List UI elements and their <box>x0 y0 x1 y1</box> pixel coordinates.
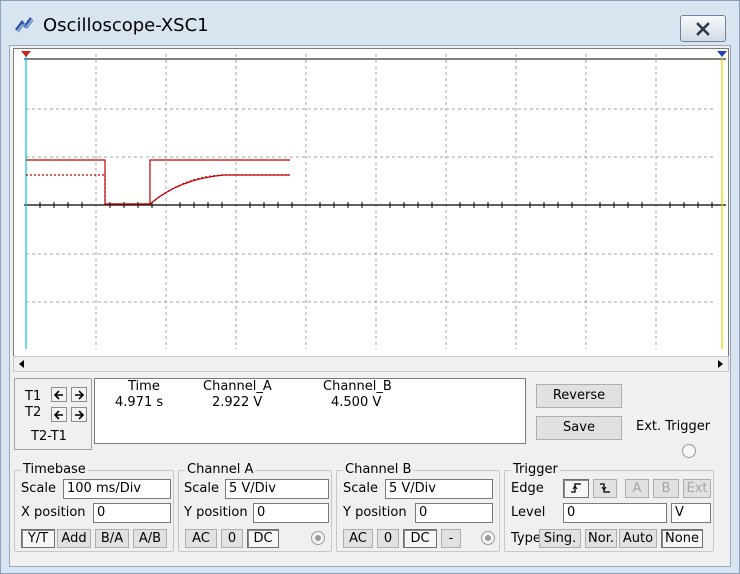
reverse-button[interactable]: Reverse <box>536 384 622 408</box>
save-button[interactable]: Save <box>536 416 622 440</box>
trigger-auto-button[interactable]: Auto <box>619 529 657 548</box>
trigger-none-button[interactable]: None <box>661 529 703 548</box>
oscilloscope-screen <box>13 48 729 360</box>
channel-a-terminal[interactable] <box>311 531 325 545</box>
channel-a-zero-button[interactable]: 0 <box>221 529 243 548</box>
triangle-right-icon <box>718 360 723 368</box>
readout-header-channel-a: Channel_A <box>203 379 272 394</box>
oscilloscope-app-icon <box>15 17 34 33</box>
t2-t1-label: T2-T1 <box>31 429 67 444</box>
measurement-readout: Time Channel_A Channel_B 4.971 s 2.922 V… <box>94 378 526 444</box>
channel-b-ypos-field[interactable]: 0 <box>415 503 493 523</box>
horizontal-scrollbar[interactable] <box>13 356 729 372</box>
grid <box>26 54 716 349</box>
t1-left-button[interactable] <box>51 387 67 402</box>
channel-a-group: Channel A Scale 5 V/Div Y position 0 AC … <box>178 462 332 552</box>
t1-right-button[interactable] <box>71 387 87 402</box>
trigger-type-label: Type <box>511 531 541 546</box>
channel-b-dc-button[interactable]: DC <box>403 529 437 548</box>
channel-b-scale-label: Scale <box>343 481 378 496</box>
channel-b-ac-button[interactable]: AC <box>343 529 373 548</box>
readout-channel-b-value: 4.500 V <box>331 395 382 410</box>
t2-right-button[interactable] <box>71 407 87 422</box>
channel-a-scale-field[interactable]: 5 V/Div <box>225 479 329 499</box>
cursor-t1-marker <box>21 51 31 57</box>
readout-channel-a-value: 2.922 V <box>212 395 263 410</box>
channel-a-scale-label: Scale <box>184 481 219 496</box>
channel-a-ypos-field[interactable]: 0 <box>253 503 329 523</box>
oscilloscope-window: Oscilloscope-XSC1 T1 T2 T2-T1 Time Chann… <box>0 0 740 574</box>
triangle-left-icon <box>19 360 24 368</box>
channel-b-scale-field[interactable]: 5 V/Div <box>385 479 493 499</box>
mode-yt-button[interactable]: Y/T <box>21 529 55 548</box>
timebase-scale-field[interactable]: 100 ms/Div <box>63 479 171 499</box>
trigger-edge-label: Edge <box>511 481 544 496</box>
mode-add-button[interactable]: Add <box>57 529 91 548</box>
close-button[interactable] <box>680 15 726 42</box>
channel-a-ypos-label: Y position <box>184 505 248 520</box>
channel-a-trace <box>26 159 290 205</box>
channel-a-ac-button[interactable]: AC <box>185 529 217 548</box>
trigger-group: Trigger Edge A B Ext Level 0 V Type Sing… <box>504 462 714 552</box>
ext-trigger-label: Ext. Trigger <box>636 419 711 434</box>
rising-edge-button[interactable] <box>563 479 589 498</box>
channel-b-terminal[interactable] <box>481 531 495 545</box>
t1-label: T1 <box>25 389 42 404</box>
timebase-scale-label: Scale <box>21 481 56 496</box>
arrow-right-icon <box>75 390 84 400</box>
falling-edge-button[interactable] <box>593 479 617 498</box>
arrow-right-icon <box>75 410 84 420</box>
trigger-level-label: Level <box>511 505 546 520</box>
trigger-single-button[interactable]: Sing. <box>539 529 581 548</box>
trigger-source-b-button[interactable]: B <box>653 479 679 498</box>
scroll-right-button[interactable] <box>712 357 728 371</box>
t2-label: T2 <box>25 405 42 420</box>
cursor-controls: T1 T2 T2-T1 <box>14 378 92 450</box>
arrow-left-icon <box>54 390 63 400</box>
window-title: Oscilloscope-XSC1 <box>43 15 209 36</box>
scroll-left-button[interactable] <box>14 357 30 371</box>
cursor-t2-marker <box>717 51 727 57</box>
channel-b-zero-button[interactable]: 0 <box>377 529 399 548</box>
instrument-panel: T1 T2 T2-T1 Time Channel_A Channel_B 4.9… <box>9 45 731 567</box>
trigger-title: Trigger <box>511 462 560 477</box>
t2-left-button[interactable] <box>51 407 67 422</box>
channel-b-invert-button[interactable]: - <box>441 529 461 548</box>
trigger-level-unit[interactable]: V <box>671 503 711 523</box>
channel-a-title: Channel A <box>185 462 256 477</box>
x-position-field[interactable]: 0 <box>93 503 171 523</box>
readout-header-channel-b: Channel_B <box>323 379 392 394</box>
falling-edge-icon <box>600 483 610 493</box>
mode-ba-button[interactable]: B/A <box>95 529 129 548</box>
timebase-group: Timebase Scale 100 ms/Div X position 0 Y… <box>14 462 174 552</box>
trigger-normal-button[interactable]: Nor. <box>585 529 617 548</box>
title-bar[interactable]: Oscilloscope-XSC1 <box>1 1 739 45</box>
trigger-source-ext-button[interactable]: Ext <box>683 479 711 498</box>
mode-ab-button[interactable]: A/B <box>133 529 167 548</box>
arrow-left-icon <box>54 410 63 420</box>
channel-b-ypos-label: Y position <box>343 505 407 520</box>
channel-a-dc-button[interactable]: DC <box>247 529 279 548</box>
channel-b-title: Channel B <box>343 462 414 477</box>
timebase-title: Timebase <box>21 462 88 477</box>
ext-trigger-terminal[interactable] <box>682 444 696 458</box>
waveform-display <box>21 51 727 349</box>
channel-b-group: Channel B Scale 5 V/Div Y position 0 AC … <box>336 462 500 552</box>
readout-time-value: 4.971 s <box>115 395 164 410</box>
rising-edge-icon <box>571 483 581 493</box>
close-icon <box>696 22 710 36</box>
readout-header-time: Time <box>128 379 160 394</box>
x-position-label: X position <box>21 505 86 520</box>
trigger-level-field[interactable]: 0 <box>563 503 667 523</box>
trigger-source-a-button[interactable]: A <box>625 479 649 498</box>
